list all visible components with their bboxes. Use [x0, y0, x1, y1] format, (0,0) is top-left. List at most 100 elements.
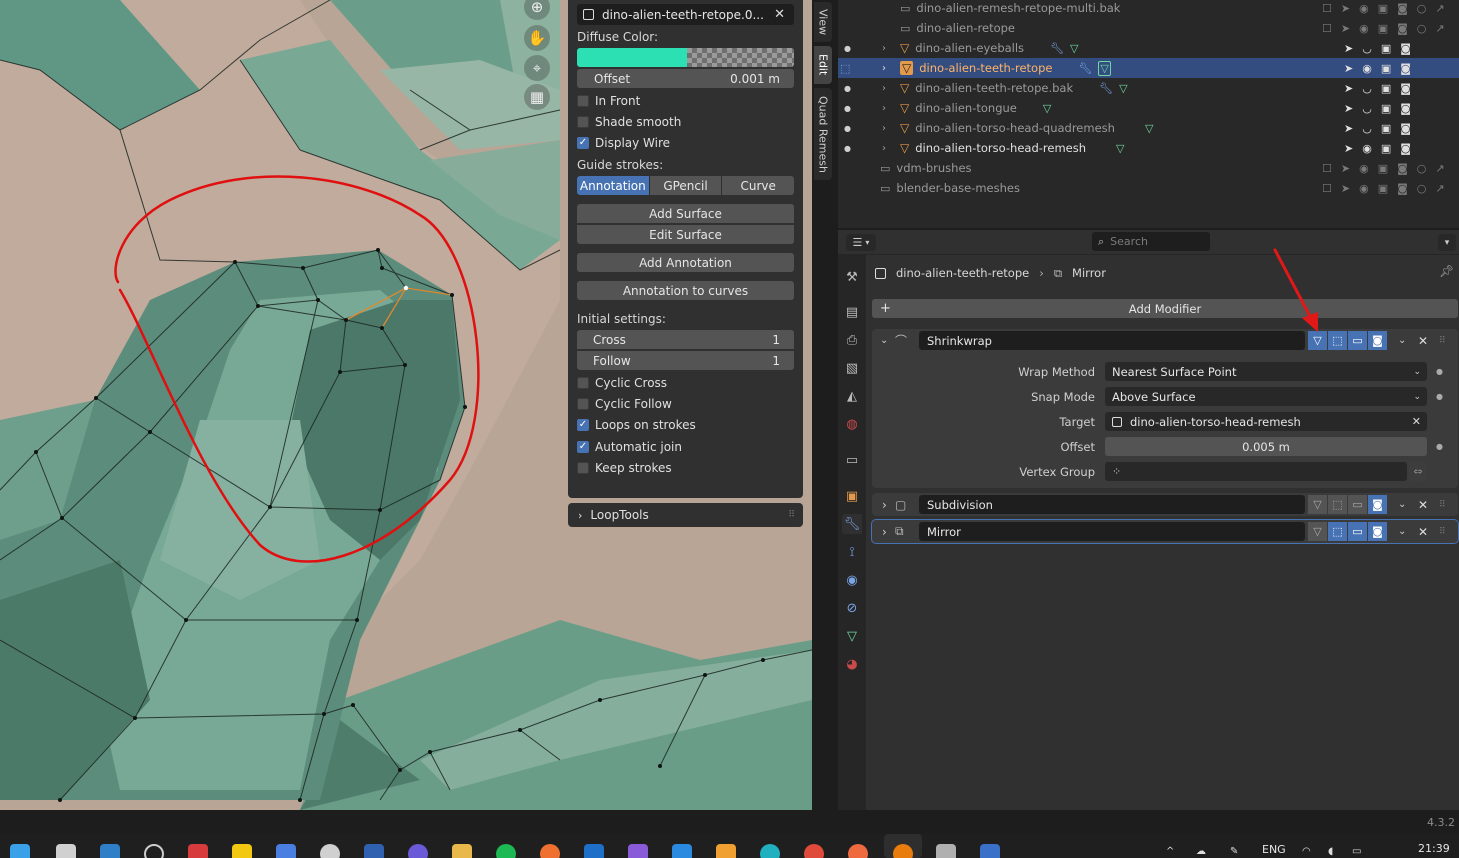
monitor-icon[interactable]: ▣	[1381, 142, 1391, 155]
select-arrow-icon[interactable]: ➤	[1344, 102, 1353, 115]
wifi-icon[interactable]: ◠	[1302, 846, 1311, 857]
taskbar-app-icon[interactable]	[936, 844, 956, 858]
select-arrow-icon[interactable]: ➤	[1341, 182, 1350, 195]
invert-arrows-icon[interactable]: ⇔	[1409, 462, 1427, 481]
camera-icon[interactable]: ◙	[1400, 142, 1411, 155]
chevron-right-icon[interactable]: ›	[882, 83, 886, 94]
edit-mode-icon[interactable]: ⬚	[1328, 495, 1347, 514]
select-arrow-icon[interactable]: ➤	[1344, 42, 1353, 55]
follow-field[interactable]: Follow 1	[577, 351, 794, 370]
taskbar-app-icon[interactable]	[56, 844, 76, 858]
modifier-name-field[interactable]: Subdivision	[919, 495, 1305, 514]
cross-field[interactable]: Cross 1	[577, 330, 794, 349]
viewport-display-icon[interactable]: ▭	[1348, 495, 1367, 514]
eye-icon[interactable]: ◉	[1359, 162, 1369, 175]
loops-on-strokes-checkbox[interactable]: ✓ Loops on strokes	[577, 415, 794, 434]
taskbar-app-icon[interactable]	[232, 844, 252, 858]
tab-curve[interactable]: Curve	[722, 176, 795, 195]
holdout-icon[interactable]: ○	[1417, 162, 1427, 175]
tab-quad-remesh[interactable]: Quad Remesh	[814, 88, 832, 180]
monitor-icon[interactable]: ▣	[1378, 22, 1388, 35]
render-camera-icon[interactable]: ◙	[1368, 522, 1387, 541]
chevron-right-icon[interactable]: ›	[882, 143, 886, 154]
modifier-header[interactable]: › ⧉ Mirror ▽ ⬚ ▭ ◙ ⌄ ✕ ⠿	[872, 520, 1458, 543]
vscode-icon[interactable]	[672, 844, 692, 858]
camera-icon[interactable]: ◙	[1400, 42, 1411, 55]
modifier-header[interactable]: ⌄ ⌒ Shrinkwrap ▽ ⬚ ▭ ◙ ⌄ ✕ ⠿	[872, 329, 1458, 352]
outliner-row[interactable]: ● › ▽ dino-alien-torso-head-remesh ▽ ➤ ◉ ▣ ◙	[838, 138, 1459, 158]
eye-closed-icon[interactable]: ◡	[1362, 102, 1372, 115]
pin-icon[interactable]: 📌︎	[1439, 264, 1454, 278]
pen-icon[interactable]: ✎	[1230, 846, 1238, 857]
camera-icon[interactable]: ◙	[1400, 102, 1411, 115]
monitor-icon[interactable]: ▣	[1381, 82, 1391, 95]
camera-icon[interactable]: ◙	[1397, 22, 1408, 35]
eye-icon[interactable]: ◉	[1362, 62, 1372, 75]
diffuse-color-swatch[interactable]	[577, 48, 794, 67]
modifier-name-field[interactable]: Shrinkwrap	[919, 331, 1305, 350]
taskbar-app-icon[interactable]	[188, 844, 208, 858]
render-icon[interactable]: ▤	[842, 302, 862, 322]
edit-mode-icon[interactable]: ⬚	[1328, 522, 1347, 541]
monitor-icon[interactable]: ▣	[1381, 102, 1391, 115]
select-arrow-icon[interactable]: ➤	[1344, 82, 1353, 95]
particles-icon[interactable]: ⟟	[842, 542, 862, 562]
close-icon[interactable]: ✕	[1418, 334, 1428, 348]
grid-perspective-icon[interactable]: ▦	[524, 84, 550, 110]
camera-icon[interactable]: ◙	[1400, 82, 1411, 95]
modifier-wrench-icon[interactable]: 🔧︎	[842, 514, 862, 534]
add-surface-button[interactable]: Add Surface	[577, 204, 794, 223]
search-input[interactable]: ⌕ Search	[1092, 232, 1210, 251]
taskbar-app-icon[interactable]	[100, 844, 120, 858]
taskbar-app-icon[interactable]	[408, 844, 428, 858]
chevron-right-icon[interactable]: ›	[882, 63, 886, 74]
wrap-method-dropdown[interactable]: Nearest Surface Point ⌄	[1105, 362, 1427, 381]
taskbar-app-icon[interactable]	[716, 844, 736, 858]
taskbar-app-icon[interactable]	[320, 844, 340, 858]
object-icon[interactable]: ▣	[842, 486, 862, 506]
select-arrow-icon[interactable]: ➤	[1341, 162, 1350, 175]
taskbar-app-icon[interactable]	[276, 844, 296, 858]
cloud-icon[interactable]: ☁	[1196, 846, 1206, 857]
outliner-row-selected[interactable]: ⬚ › ▽ dino-alien-teeth-retope 🔧︎ ▽ ➤ ◉ ▣ ◙	[838, 58, 1459, 78]
checkbox-icon[interactable]: ☐	[1322, 2, 1332, 15]
pan-hand-icon[interactable]: ✋	[524, 25, 550, 51]
edit-mode-icon[interactable]: ⬚	[1328, 331, 1347, 350]
shade-smooth-checkbox[interactable]: Shade smooth	[577, 112, 794, 131]
options-dropdown[interactable]: ▾	[1438, 234, 1456, 251]
indirect-icon[interactable]: ↗	[1435, 182, 1444, 195]
keyframe-dot-icon[interactable]: ●	[1436, 437, 1443, 456]
monitor-icon[interactable]: ▣	[1378, 182, 1388, 195]
mesh-data-icon[interactable]: ▽	[842, 626, 862, 646]
taskbar-app-icon[interactable]	[364, 844, 384, 858]
camera-icon[interactable]: ◙	[1397, 182, 1408, 195]
eye-closed-icon[interactable]: ◡	[1362, 122, 1372, 135]
on-cage-icon[interactable]: ▽	[1308, 522, 1327, 541]
monitor-icon[interactable]: ▣	[1381, 42, 1391, 55]
spotify-icon[interactable]	[496, 844, 516, 858]
outliner-row[interactable]: ▭ dino-alien-remesh-retope-multi.bak ☐ ➤ ◉ ▣…	[838, 0, 1459, 18]
keyframe-dot-icon[interactable]: ●	[1436, 362, 1443, 381]
checkbox-icon[interactable]: ☐	[1322, 182, 1332, 195]
world-icon[interactable]: ◍	[842, 414, 862, 434]
indirect-icon[interactable]: ↗	[1435, 162, 1444, 175]
outliner-row[interactable]: ● › ▽ dino-alien-tongue ▽ ➤ ◡ ▣ ◙	[838, 98, 1459, 118]
editor-type-dropdown[interactable]: ☰ ▾	[846, 234, 876, 251]
object-name-field[interactable]: dino-alien-teeth-retope.0... ✕	[577, 4, 794, 25]
automatic-join-checkbox[interactable]: ✓ Automatic join	[577, 437, 794, 456]
windows-start-icon[interactable]	[10, 844, 30, 858]
vertex-group-field[interactable]: ⁘	[1105, 462, 1407, 481]
visual-studio-icon[interactable]	[628, 844, 648, 858]
viewport-display-icon[interactable]: ▭	[1348, 331, 1367, 350]
taskbar-app-icon[interactable]	[980, 844, 1000, 858]
output-icon[interactable]: ⎙	[842, 330, 862, 350]
folder-icon[interactable]	[452, 844, 472, 858]
eye-closed-icon[interactable]: ◡	[1362, 82, 1372, 95]
offset-field[interactable]: 0.005 m	[1105, 437, 1427, 456]
holdout-icon[interactable]: ○	[1417, 182, 1427, 195]
select-arrow-icon[interactable]: ➤	[1344, 122, 1353, 135]
eye-icon[interactable]: ◉	[1359, 182, 1369, 195]
tab-gpencil[interactable]: GPencil	[649, 176, 722, 195]
chevron-down-icon[interactable]: ⌄	[1398, 335, 1406, 346]
taskbar-app-icon[interactable]	[760, 844, 780, 858]
